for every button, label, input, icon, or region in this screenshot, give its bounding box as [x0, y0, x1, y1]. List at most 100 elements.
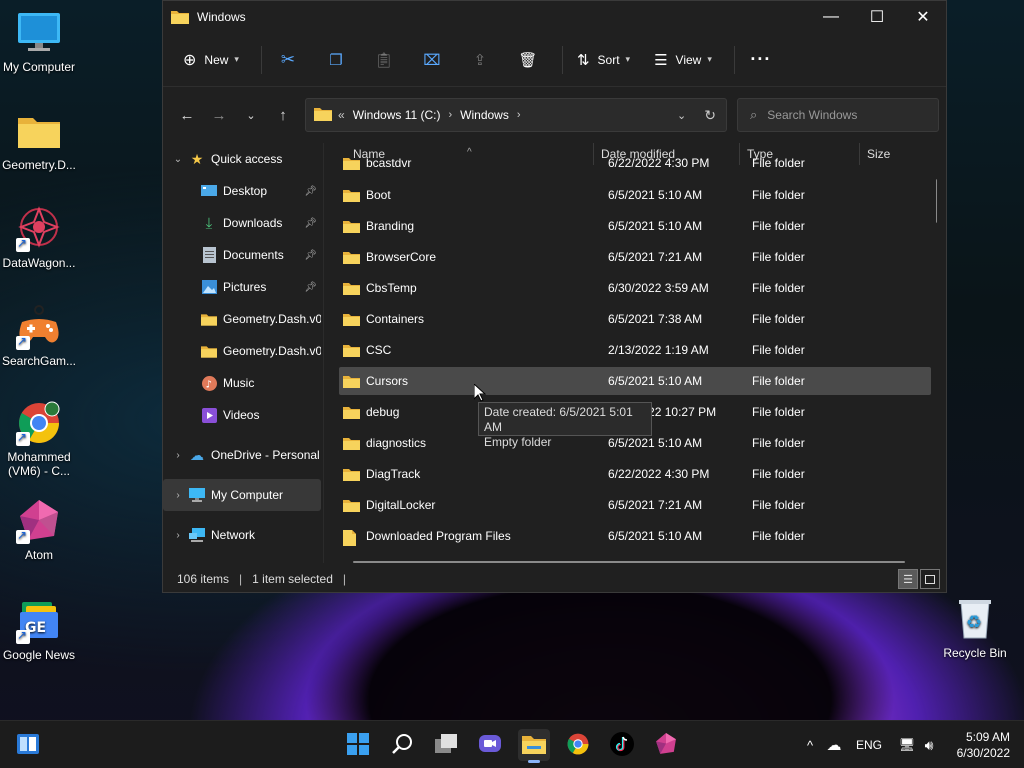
chevron-right-icon[interactable]: ›	[171, 490, 185, 501]
clock[interactable]: 5:09 AM 6/30/2022	[957, 729, 1010, 761]
sidebar-item-quick-access[interactable]: ⌄ ★ Quick access	[163, 143, 321, 175]
volume-icon[interactable]: 🔊︎	[918, 737, 940, 754]
atom-taskbar-button[interactable]	[650, 729, 682, 761]
vertical-scrollbar[interactable]	[936, 179, 937, 223]
table-row[interactable]: bcastdvr 6/22/2022 4:30 PM File folder	[339, 153, 931, 173]
sidebar-item-videos[interactable]: Videos	[163, 399, 321, 431]
network-status-icon[interactable]: 🖥︎	[896, 737, 918, 753]
cut-button[interactable]: ✂	[268, 43, 308, 77]
chevron-right-icon[interactable]: ›	[171, 450, 185, 461]
sidebar-item-downloads[interactable]: ⤓ Downloads 📌︎	[163, 207, 321, 239]
news-icon: GE	[16, 598, 62, 644]
sidebar-item-documents[interactable]: Documents 📌︎	[163, 239, 321, 271]
share-button[interactable]: ⇪	[460, 43, 500, 77]
pin-icon[interactable]: 📌︎	[304, 250, 317, 261]
chevron-right-icon[interactable]: ›	[517, 109, 521, 121]
desktop-icon-datawagon[interactable]: DataWagon...	[0, 206, 78, 270]
sidebar-item-music[interactable]: ♪ Music	[163, 367, 321, 399]
sort-button[interactable]: ⇅ Sort ▾	[569, 43, 638, 77]
horizontal-scrollbar[interactable]	[353, 561, 905, 563]
address-bar[interactable]: « Windows 11 (C:) › Windows › ⌄ ↻	[305, 98, 727, 132]
sidebar-item-network[interactable]: › Network	[163, 519, 321, 551]
pane-splitter[interactable]	[323, 143, 324, 563]
desktop-icon-atom[interactable]: Atom	[0, 498, 78, 562]
minimize-button[interactable]: —	[808, 1, 854, 33]
table-row[interactable]: DiagTrack 6/22/2022 4:30 PM File folder	[339, 460, 931, 488]
table-row[interactable]: CSC 2/13/2022 1:19 AM File folder	[339, 336, 931, 364]
chevron-right-icon[interactable]: ›	[171, 530, 185, 541]
navigation-pane: ⌄ ★ Quick access Desktop 📌︎ ⤓ Downloads …	[163, 143, 321, 563]
mouse-cursor-icon	[474, 384, 486, 402]
address-history-dropdown[interactable]: ⌄	[677, 109, 686, 122]
sidebar-item-onedrive[interactable]: › ☁ OneDrive - Personal	[163, 439, 321, 471]
input-language-button[interactable]: ENG	[856, 738, 890, 752]
title-bar[interactable]: Windows — ☐ ✕	[163, 1, 946, 33]
view-button[interactable]: ☰ View ▾	[646, 43, 720, 77]
sidebar-item-desktop[interactable]: Desktop 📌︎	[163, 175, 321, 207]
toolbar-divider	[260, 45, 262, 74]
details-view-button[interactable]: ☰	[898, 569, 918, 589]
file-explorer-taskbar-button[interactable]	[518, 729, 550, 763]
pin-icon[interactable]: 📌︎	[304, 282, 317, 293]
folder-icon	[343, 499, 360, 512]
sidebar-item-my-computer[interactable]: › My Computer	[163, 479, 321, 511]
task-view-button[interactable]	[430, 729, 462, 761]
tiktok-taskbar-button[interactable]	[606, 729, 638, 761]
desktop-icon-my-computer[interactable]: My Computer	[0, 10, 78, 74]
breadcrumb-drive[interactable]: Windows 11 (C:)	[353, 108, 441, 122]
file-name: bcastdvr	[366, 156, 412, 170]
chevron-down-icon[interactable]: ⌄	[171, 154, 185, 165]
copy-button[interactable]: ❐	[316, 43, 356, 77]
tiles-view-button[interactable]	[920, 569, 940, 589]
sidebar-item-geometry-dash-2[interactable]: Geometry.Dash.v0	[163, 335, 321, 367]
table-row[interactable]: Downloaded Program Files 6/5/2021 5:10 AM…	[339, 522, 931, 550]
desktop-icon-geometry-dash[interactable]: Geometry.D...	[0, 108, 78, 172]
close-button[interactable]: ✕	[900, 1, 946, 33]
sort-icon: ⇅	[576, 51, 590, 69]
table-row[interactable]: Cursors 6/5/2021 5:10 AM File folder	[339, 367, 931, 395]
recent-locations-button[interactable]: ⌄	[235, 99, 267, 131]
desktop-icon-google-news[interactable]: GE Google News	[0, 598, 78, 662]
table-row[interactable]: CbsTemp 6/30/2022 3:59 AM File folder	[339, 274, 931, 302]
table-row[interactable]: Boot 6/5/2021 5:10 AM File folder	[339, 181, 931, 209]
table-row[interactable]: Containers 6/5/2021 7:38 AM File folder	[339, 305, 931, 333]
table-row[interactable]: BrowserCore 6/5/2021 7:21 AM File folder	[339, 243, 931, 271]
folder-icon	[343, 468, 360, 481]
desktop-icon-recycle-bin[interactable]: ♻ Recycle Bin	[936, 596, 1014, 660]
pin-icon[interactable]: 📌︎	[304, 186, 317, 197]
pin-icon[interactable]: 📌︎	[304, 218, 317, 229]
desktop-icon-chrome-profile[interactable]: Mohammed (VM6) - C...	[0, 400, 78, 478]
picture-icon	[201, 279, 217, 295]
chrome-taskbar-button[interactable]	[562, 729, 594, 761]
onedrive-cloud-icon[interactable]: ☁	[820, 736, 848, 754]
sidebar-item-geometry-dash-1[interactable]: Geometry.Dash.v0	[163, 303, 321, 335]
desktop-icon-searchgames[interactable]: SearchGam...	[0, 304, 78, 368]
new-button[interactable]: ⊕ New ▾	[175, 43, 247, 77]
start-button[interactable]	[342, 729, 374, 761]
up-button[interactable]: ↑	[267, 99, 299, 131]
search-box[interactable]: ⌕ Search Windows	[737, 98, 939, 132]
back-button[interactable]: ←	[171, 99, 203, 131]
breadcrumb-folder[interactable]: Windows	[460, 108, 509, 122]
search-button[interactable]	[386, 729, 418, 761]
table-row[interactable]: Branding 6/5/2021 5:10 AM File folder	[339, 212, 931, 240]
sidebar-item-pictures[interactable]: Pictures 📌︎	[163, 271, 321, 303]
folder-icon	[171, 10, 189, 24]
file-name: Cursors	[366, 374, 409, 388]
delete-button[interactable]: 🗑︎	[508, 43, 548, 77]
folder-icon	[343, 437, 360, 450]
refresh-icon[interactable]: ↻	[704, 107, 716, 124]
more-options-button[interactable]: ···	[741, 43, 781, 77]
chat-button[interactable]	[474, 729, 506, 761]
table-row[interactable]: DigitalLocker 6/5/2021 7:21 AM File folder	[339, 491, 931, 519]
paste-button[interactable]: 📋︎	[364, 43, 404, 77]
breadcrumb-overflow[interactable]: «	[338, 108, 345, 122]
show-hidden-icons-button[interactable]: ^	[800, 738, 820, 753]
maximize-button[interactable]: ☐	[854, 1, 900, 33]
file-type: File folder	[752, 374, 805, 388]
rename-button[interactable]: ⌧	[412, 43, 452, 77]
file-type: File folder	[752, 405, 805, 419]
chevron-right-icon[interactable]: ›	[448, 109, 452, 121]
forward-button[interactable]: →	[203, 99, 235, 131]
widgets-button[interactable]	[12, 729, 44, 761]
